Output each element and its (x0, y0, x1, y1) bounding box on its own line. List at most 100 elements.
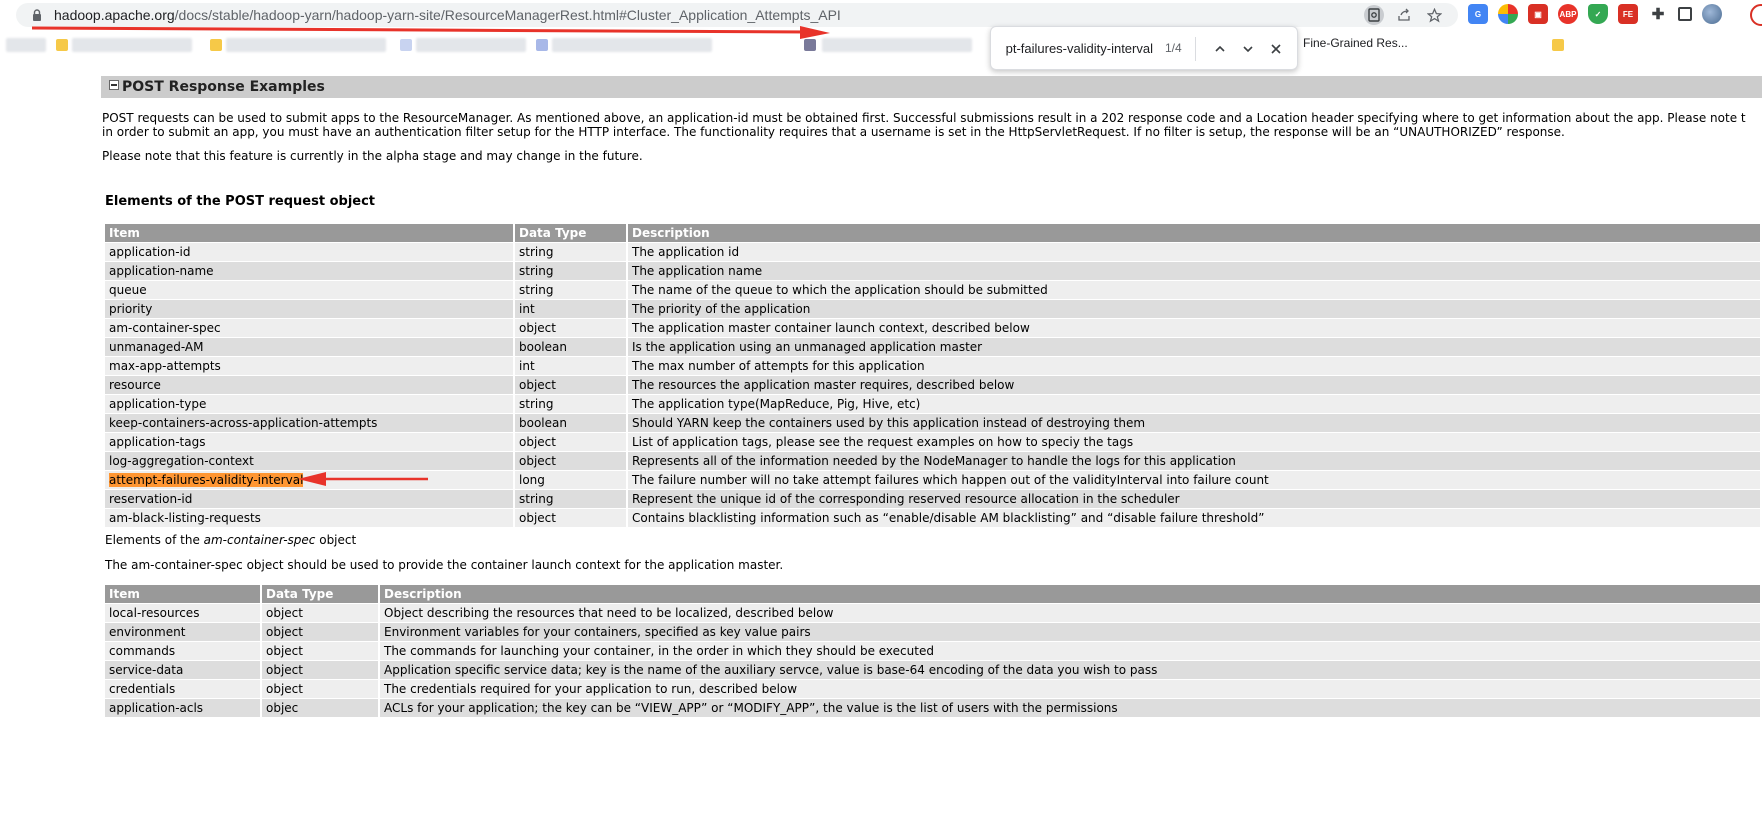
blurred-bookmark[interactable] (72, 38, 192, 52)
table-row: am-black-listing-requests object Contains … (105, 509, 1762, 528)
cell-item: unmanaged-AM (105, 338, 515, 357)
table-row: credentials object The credentials require… (105, 680, 1762, 699)
puzzle-extensions-icon[interactable]: ✚ (1648, 4, 1668, 24)
section-title: POST Response Examples (122, 79, 325, 95)
adblock-plus-icon[interactable]: ABP (1558, 4, 1578, 24)
cell-item: keep-containers-across-application-attem… (105, 414, 515, 433)
table-header-row: Item Data Type Description (105, 224, 1762, 243)
translate-extension-icon[interactable]: G (1468, 4, 1488, 24)
cell-description: Is the application using an unmanaged ap… (628, 338, 1762, 357)
alpha-note: Please note that this feature is current… (102, 149, 643, 163)
cell-description: Represent the unique id of the correspon… (628, 490, 1762, 509)
cell-description: ACLs for your application; the key can b… (380, 699, 1762, 718)
table-row: application-type string The application ty… (105, 395, 1762, 414)
table-row: environment object Environment variables f… (105, 623, 1762, 642)
blurred-bookmark[interactable] (6, 38, 46, 52)
close-icon (1271, 44, 1281, 54)
bookmark-favicon[interactable] (536, 39, 548, 51)
find-next-button[interactable] (1237, 38, 1259, 60)
folder-icon[interactable] (210, 39, 222, 51)
cell-data-type: object (262, 642, 380, 661)
cell-description: The failure number will no take attempt … (628, 471, 1762, 490)
cell-description: The name of the queue to which the appli… (628, 281, 1762, 300)
intro-paragraph-line1: POST requests can be used to submit apps… (102, 111, 1746, 125)
table-row: unmanaged-AM boolean Is the application us… (105, 338, 1762, 357)
collapse-icon[interactable] (109, 80, 119, 90)
table-row: resource object The resources the applicat… (105, 376, 1762, 395)
find-input[interactable]: attempt-failures-validity-interval (1005, 41, 1153, 56)
cell-data-type: object (515, 509, 628, 528)
cell-description: The application name (628, 262, 1762, 281)
bookmark-favicon[interactable] (804, 39, 816, 51)
cell-item: reservation-id (105, 490, 515, 509)
cell-data-type: object (262, 680, 380, 699)
cell-item: application-name (105, 262, 515, 281)
cell-item: priority (105, 300, 515, 319)
find-match-highlight: attempt-failures-validity-interval (109, 473, 304, 487)
heading-object-name: am-container-spec (203, 533, 316, 547)
folder-icon[interactable] (56, 39, 68, 51)
shield-check-extension-icon[interactable]: ✓ (1588, 4, 1608, 24)
table-row: log-aggregation-context object Represents … (105, 452, 1762, 471)
table-row: priority int The priority of the applicati… (105, 300, 1762, 319)
cell-description: Contains blacklisting information such a… (628, 509, 1762, 528)
find-previous-button[interactable] (1209, 38, 1231, 60)
cell-item: am-container-spec (105, 319, 515, 338)
cell-item: credentials (105, 680, 262, 699)
url-path: /docs/stable/hadoop-yarn/hadoop-yarn-sit… (174, 7, 841, 23)
blurred-bookmark[interactable] (552, 38, 712, 52)
table-row: application-name string The application na… (105, 262, 1762, 281)
table-row: max-app-attempts int The max number of att… (105, 357, 1762, 376)
cell-data-type: object (515, 319, 628, 338)
profile-avatar[interactable] (1702, 4, 1722, 24)
folder-icon[interactable] (1552, 39, 1564, 51)
cell-data-type: object (262, 623, 380, 642)
table-row: commands object The commands for launching… (105, 642, 1762, 661)
share-icon[interactable] (1394, 5, 1414, 25)
find-in-page-icon[interactable] (1364, 5, 1384, 25)
table-row: application-tags object List of applicatio… (105, 433, 1762, 452)
pinwheel-extension-icon[interactable] (1498, 4, 1518, 24)
blurred-bookmark[interactable] (226, 38, 386, 52)
url-text[interactable]: hadoop.apache.org/docs/stable/hadoop-yar… (54, 7, 841, 23)
column-header-description: Description (628, 224, 1762, 243)
blurred-bookmark[interactable] (822, 38, 972, 52)
cell-item: am-black-listing-requests (105, 509, 515, 528)
cell-item: environment (105, 623, 262, 642)
cell-description: Object describing the resources that nee… (380, 604, 1762, 623)
cell-item: application-id (105, 243, 515, 262)
side-panel-icon[interactable] (1678, 7, 1692, 21)
red-square-extension-icon[interactable]: ▣ (1528, 4, 1548, 24)
blurred-bookmark[interactable] (416, 38, 526, 52)
table-row: reservation-id string Represent the unique… (105, 490, 1762, 509)
cell-data-type: string (515, 262, 628, 281)
account-avatar-partial[interactable] (1750, 4, 1762, 26)
column-header-data-type: Data Type (515, 224, 628, 243)
find-close-button[interactable] (1265, 38, 1287, 60)
cell-item: queue (105, 281, 515, 300)
cell-description: The resources the application master req… (628, 376, 1762, 395)
column-header-description: Description (380, 585, 1762, 604)
lock-icon[interactable] (30, 8, 44, 22)
table-row: am-container-spec object The application m… (105, 319, 1762, 338)
cell-data-type: string (515, 395, 628, 414)
cell-description: Application specific service data; key i… (380, 661, 1762, 680)
am-container-spec-intro: The am-container-spec object should be u… (105, 558, 784, 572)
heading-suffix: object (315, 533, 357, 547)
cell-description: The priority of the application (628, 300, 1762, 319)
cell-item: log-aggregation-context (105, 452, 515, 471)
cell-item: application-tags (105, 433, 515, 452)
bookmark-fine-grained[interactable]: Fine-Grained Res... (1303, 36, 1408, 50)
cell-description: Environment variables for your container… (380, 623, 1762, 642)
table-row: queue string The name of the queue to whic… (105, 281, 1762, 300)
bookmark-favicon[interactable] (400, 39, 412, 51)
cell-data-type: objec (262, 699, 380, 718)
cell-data-type: object (515, 376, 628, 395)
cell-description: The credentials required for your applic… (380, 680, 1762, 699)
bookmark-star-icon[interactable] (1424, 5, 1444, 25)
fe-helper-extension-icon[interactable]: FE (1618, 4, 1638, 24)
chevron-down-icon (1243, 46, 1253, 53)
section-header[interactable]: POST Response Examples (101, 76, 1762, 98)
url-host: hadoop.apache.org (54, 7, 175, 23)
cell-item: commands (105, 642, 262, 661)
